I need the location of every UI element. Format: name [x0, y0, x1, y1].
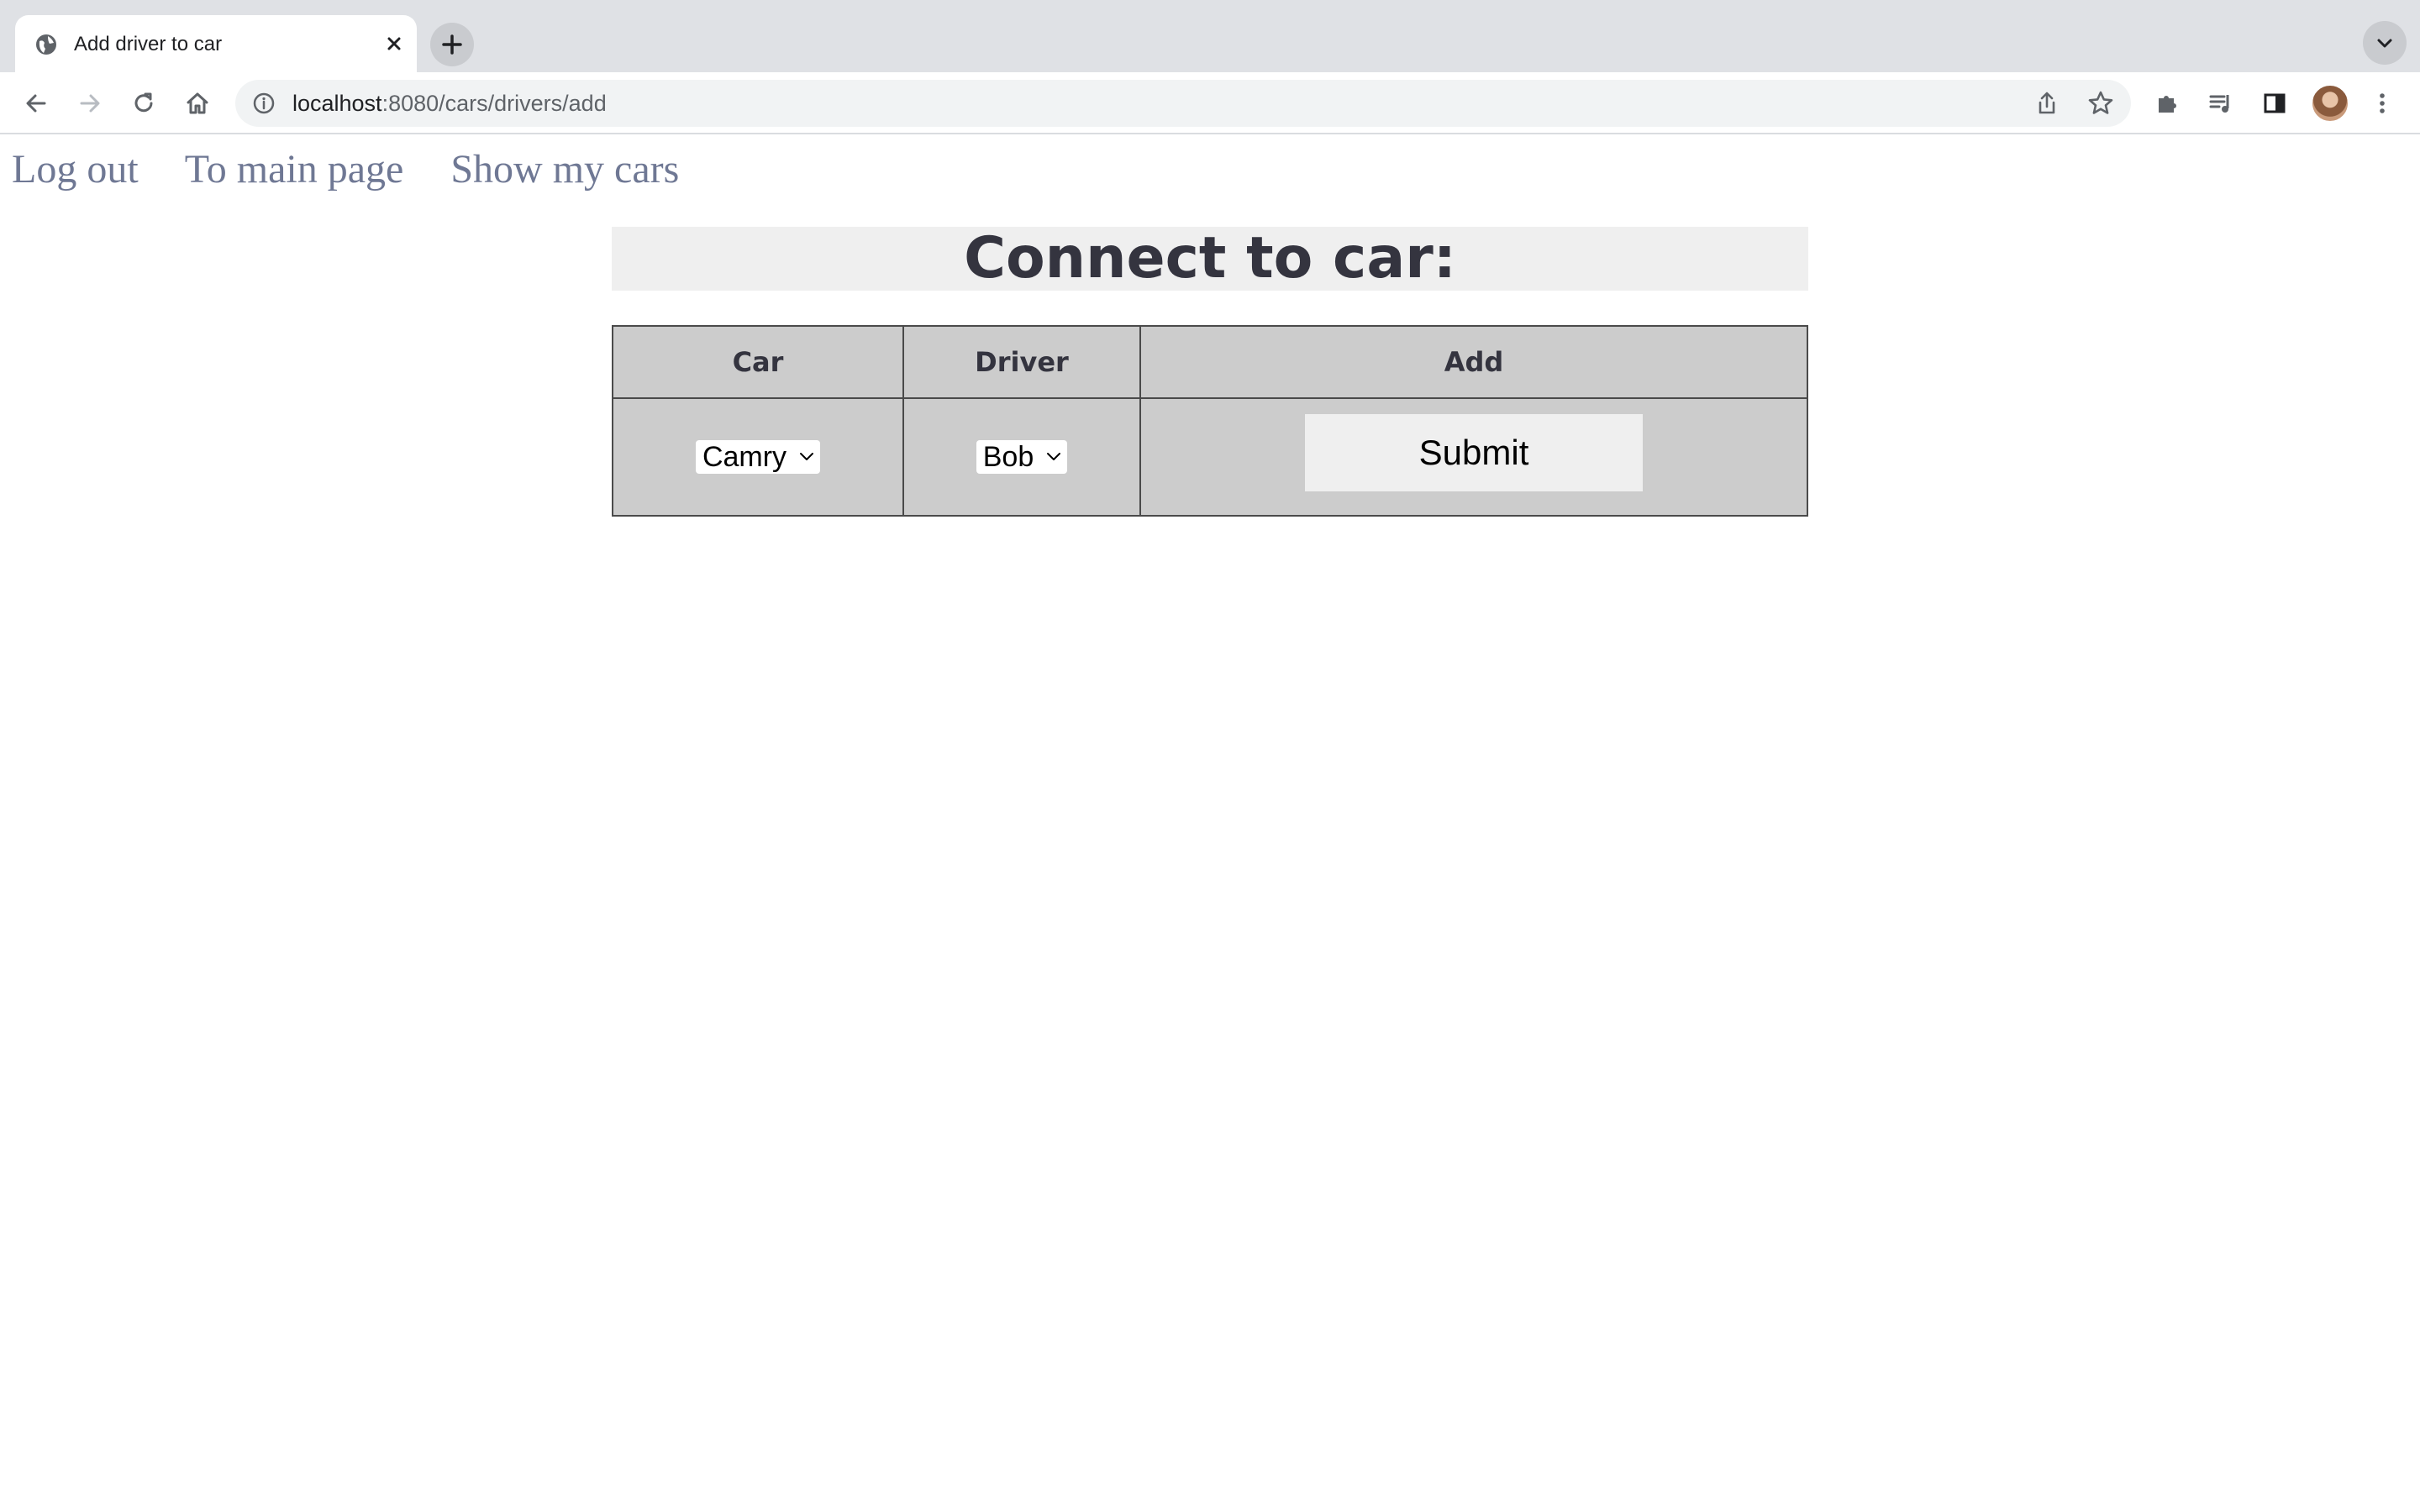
address-bar[interactable]: localhost:8080/cars/drivers/add [235, 80, 2131, 127]
logout-link[interactable]: Log out [12, 147, 139, 192]
url-text[interactable]: localhost:8080/cars/drivers/add [292, 90, 607, 117]
media-button[interactable] [2202, 84, 2240, 123]
new-tab-button[interactable] [430, 23, 474, 66]
table-row: Camry Bob Submit [612, 397, 1808, 517]
header-driver: Driver [902, 325, 1141, 399]
tab-strip: Add driver to car [0, 0, 2420, 72]
car-select[interactable]: Camry [695, 440, 821, 474]
home-icon [187, 92, 208, 114]
driver-cell: Bob [902, 397, 1141, 517]
reload-button[interactable] [124, 84, 163, 123]
share-icon[interactable] [2032, 88, 2062, 118]
main-page-link[interactable]: To main page [185, 147, 404, 192]
back-button[interactable] [17, 84, 55, 123]
chevron-down-icon [800, 453, 814, 460]
side-panel-icon [2264, 93, 2286, 113]
connect-form-table: Car Driver Add Camry Bob Submit [612, 325, 1808, 517]
page-content: Log out To main page Show my cars Connec… [0, 136, 2420, 1512]
info-icon[interactable] [252, 92, 276, 115]
side-panel-button[interactable] [2255, 84, 2294, 123]
car-cell: Camry [612, 397, 904, 517]
page-title: Connect to car: [964, 225, 1456, 291]
url-path: :8080/cars/drivers/add [381, 91, 607, 116]
submit-button[interactable]: Submit [1305, 414, 1643, 491]
reload-icon [134, 92, 153, 113]
table-header-row: Car Driver Add [612, 325, 1808, 399]
menu-button[interactable] [2363, 84, 2402, 123]
kebab-menu-icon [2380, 93, 2385, 113]
close-icon[interactable] [380, 29, 408, 58]
header-add: Add [1139, 325, 1808, 399]
chevron-down-icon [1047, 453, 1061, 460]
browser-tab[interactable]: Add driver to car [15, 15, 417, 72]
chevron-down-icon [2377, 39, 2392, 48]
top-nav: Log out To main page Show my cars [12, 144, 716, 195]
globe-icon [36, 34, 56, 55]
forward-button[interactable] [71, 84, 109, 123]
browser-toolbar: localhost:8080/cars/drivers/add [0, 72, 2420, 134]
home-button[interactable] [178, 84, 217, 123]
my-cars-link[interactable]: Show my cars [450, 147, 679, 192]
add-cell: Submit [1139, 397, 1808, 517]
arrow-left-icon [26, 94, 46, 113]
arrow-right-icon [80, 94, 100, 113]
url-host: localhost [292, 91, 382, 116]
car-select-value: Camry [702, 441, 787, 473]
profile-avatar[interactable] [2311, 84, 2349, 123]
driver-select[interactable]: Bob [976, 440, 1068, 474]
star-icon[interactable] [2086, 88, 2116, 118]
extensions-button[interactable] [2148, 84, 2186, 123]
tab-title: Add driver to car [74, 33, 223, 55]
media-control-icon [2209, 95, 2229, 113]
page-title-bar: Connect to car: [612, 227, 1808, 291]
tab-search-button[interactable] [2363, 21, 2407, 65]
driver-select-value: Bob [982, 441, 1034, 473]
header-car: Car [612, 325, 904, 399]
puzzle-icon [2159, 96, 2176, 113]
plus-icon [442, 34, 462, 55]
